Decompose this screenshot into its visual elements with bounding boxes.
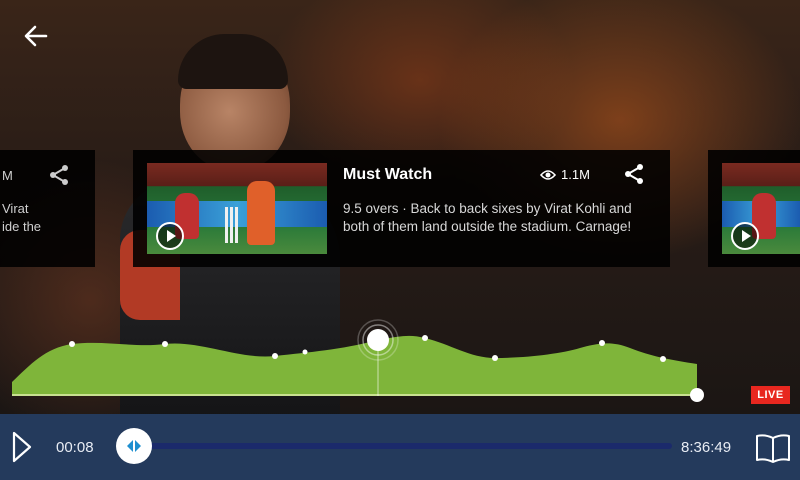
event-marker	[599, 340, 605, 346]
play-icon[interactable]	[10, 430, 34, 464]
event-marker	[302, 349, 308, 355]
event-marker	[69, 341, 75, 347]
event-marker	[492, 355, 498, 361]
view-count: 1.1M	[540, 167, 590, 182]
arrow-left-icon[interactable]	[22, 22, 50, 50]
live-badge[interactable]: LIVE	[751, 386, 790, 404]
timeline-end-marker	[690, 388, 704, 402]
share-icon[interactable]	[623, 163, 645, 185]
seek-handle[interactable]	[116, 428, 152, 464]
eye-icon	[540, 169, 556, 180]
event-marker	[272, 353, 278, 359]
previous-card-text-1: Virat	[2, 201, 29, 216]
elapsed-time: 00:08	[56, 439, 94, 456]
activity-area	[12, 335, 697, 396]
book-open-icon[interactable]	[754, 431, 792, 465]
current-moment-marker	[367, 329, 389, 351]
seek-track[interactable]	[138, 443, 672, 449]
previous-card-text-2: ide the	[2, 219, 42, 234]
event-marker	[162, 341, 168, 347]
play-icon[interactable]	[156, 222, 184, 250]
play-icon[interactable]	[731, 222, 759, 250]
event-marker	[660, 356, 666, 362]
share-icon[interactable]	[48, 164, 70, 186]
event-marker	[422, 335, 428, 341]
view-count-value: 1.1M	[561, 167, 590, 182]
card-description: 9.5 overs · Back to back sixes by Virat …	[343, 201, 632, 234]
card-title: Must Watch	[343, 166, 433, 183]
total-time: 8:36:49	[681, 439, 732, 456]
previous-card-views: M	[2, 168, 13, 183]
match-activity-chart[interactable]	[0, 310, 800, 414]
